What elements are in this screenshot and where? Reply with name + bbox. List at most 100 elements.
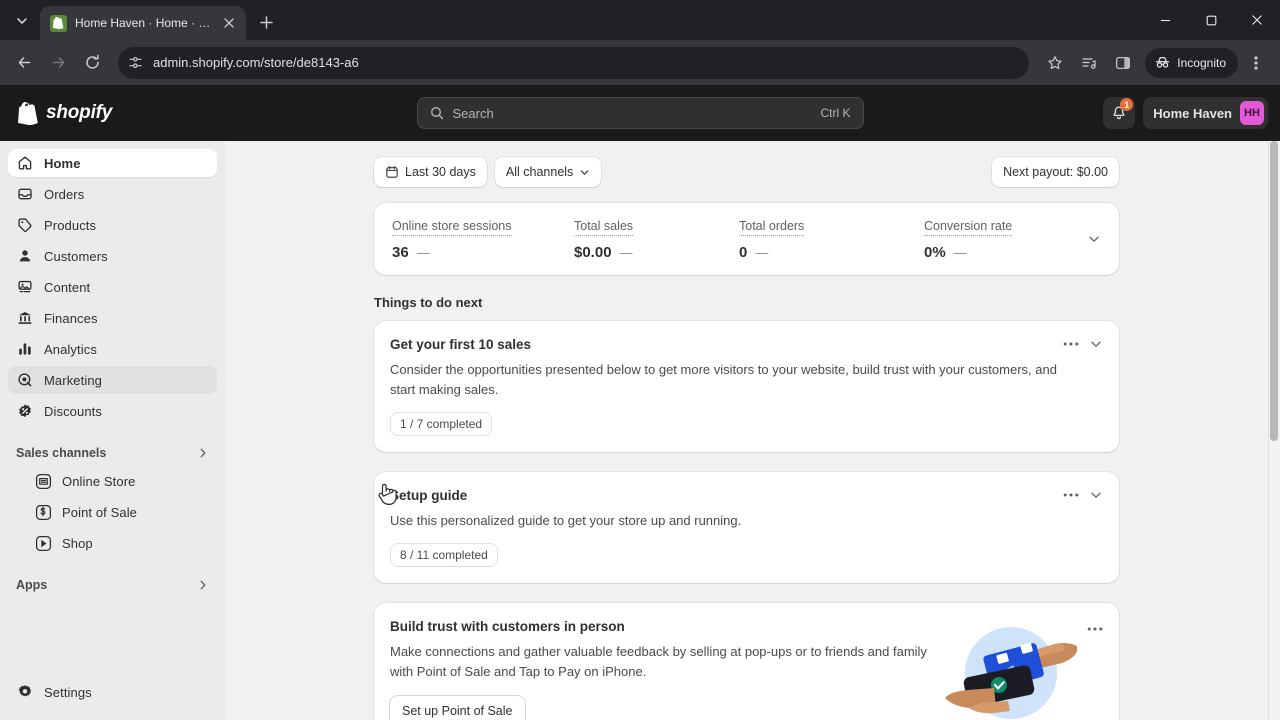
- search-icon: [430, 106, 444, 120]
- chevron-down-icon: [579, 167, 590, 178]
- shopify-admin: shopify Search Ctrl K 1: [0, 85, 1280, 720]
- sidebar-item-analytics[interactable]: Analytics: [8, 335, 217, 363]
- metrics-expand-button[interactable]: [1087, 217, 1111, 261]
- new-tab-button[interactable]: [252, 8, 280, 36]
- browser-tab[interactable]: Home Haven · Home · Shopify: [40, 6, 246, 40]
- kebab-menu-icon[interactable]: [1240, 47, 1272, 79]
- sidebar-item-marketing[interactable]: Marketing: [8, 366, 217, 394]
- analytics-bar-chart-icon: [16, 340, 34, 358]
- card-description: Consider the opportunities presented bel…: [390, 360, 1080, 400]
- metric-value: $0.00: [574, 244, 612, 261]
- sidebar-item-label: Customers: [44, 249, 108, 264]
- sidebar-item-orders[interactable]: Orders: [8, 180, 217, 208]
- chevron-down-icon: [1087, 232, 1101, 246]
- sidebar-item-label: Content: [44, 280, 90, 295]
- card-progress-badge: 1 / 7 completed: [390, 412, 492, 436]
- app-body: Home Orders Products: [0, 141, 1280, 720]
- browser-tab-strip: Home Haven · Home · Shopify: [0, 0, 1280, 40]
- channels-label: All channels: [506, 165, 573, 179]
- sidebar-item-point-of-sale[interactable]: Point of Sale: [8, 498, 217, 526]
- sidebar-item-label: Online Store: [62, 474, 135, 489]
- chevron-right-icon[interactable]: [197, 579, 209, 591]
- card-description: Use this personalized guide to get your …: [390, 511, 1080, 531]
- card-title: Get your first 10 sales: [390, 337, 1063, 352]
- topbar-right: 1 Home Haven HH: [1103, 97, 1268, 129]
- sidebar-item-home[interactable]: Home: [8, 149, 217, 177]
- window-close-icon[interactable]: [1234, 0, 1280, 40]
- ellipsis-icon[interactable]: [1063, 492, 1079, 498]
- sidebar-item-label: Home: [44, 156, 81, 171]
- sidebar-item-customers[interactable]: Customers: [8, 242, 217, 270]
- shopify-logo[interactable]: shopify: [12, 102, 112, 125]
- window-maximize-icon[interactable]: [1188, 0, 1234, 40]
- metric-total-sales[interactable]: Total sales $0.00 —: [556, 217, 721, 261]
- scrollbar-thumb[interactable]: [1270, 141, 1278, 441]
- notifications-button[interactable]: 1: [1103, 97, 1135, 129]
- sidebar-item-label: Settings: [44, 685, 92, 700]
- chevron-right-icon[interactable]: [197, 447, 209, 459]
- sidebar-item-label: Orders: [44, 187, 84, 202]
- address-bar[interactable]: admin.shopify.com/store/de8143-a6: [118, 47, 1029, 79]
- back-icon[interactable]: [8, 47, 40, 79]
- incognito-indicator[interactable]: Incognito: [1145, 48, 1238, 78]
- store-menu-button[interactable]: Home Haven HH: [1143, 97, 1268, 129]
- metric-online-store-sessions[interactable]: Online store sessions 36 —: [374, 217, 556, 261]
- customers-person-icon: [16, 247, 34, 265]
- metric-delta: —: [620, 245, 633, 260]
- sidebar-section-sales-channels[interactable]: Sales channels: [8, 439, 217, 467]
- tab-title: Home Haven · Home · Shopify: [75, 16, 212, 30]
- tab-search-button[interactable]: [8, 7, 36, 35]
- sidebar-item-content[interactable]: Content: [8, 273, 217, 301]
- sidebar-item-label: Discounts: [44, 404, 102, 419]
- side-panel-icon[interactable]: [1107, 47, 1139, 79]
- metric-label: Conversion rate: [924, 219, 1012, 236]
- sidebar-item-finances[interactable]: Finances: [8, 304, 217, 332]
- browser-toolbar: admin.shopify.com/store/de8143-a6 Incogn…: [0, 40, 1280, 85]
- next-payout-button[interactable]: Next payout: $0.00: [992, 157, 1119, 187]
- shopify-favicon-icon: [50, 15, 67, 32]
- orders-inbox-icon: [16, 185, 34, 203]
- star-icon[interactable]: [1039, 47, 1071, 79]
- channels-filter[interactable]: All channels: [495, 157, 601, 187]
- next-payout-label: Next payout: $0.00: [1003, 165, 1108, 179]
- trust-card-point-of-sale: Build trust with customers in person Mak…: [374, 603, 1119, 720]
- main-scrollbar[interactable]: [1268, 141, 1280, 720]
- sidebar-section-apps[interactable]: Apps: [8, 571, 217, 599]
- sidebar-item-label: Shop: [62, 536, 93, 551]
- todo-card-setup-guide: Setup guide Use thi: [374, 472, 1119, 583]
- sidebar-item-products[interactable]: Products: [8, 211, 217, 239]
- sidebar-item-online-store[interactable]: Online Store: [8, 467, 217, 495]
- sidebar-item-label: Marketing: [44, 373, 102, 388]
- metrics-card: Online store sessions 36 — Total sales: [374, 203, 1119, 275]
- ellipsis-icon[interactable]: [1063, 341, 1079, 347]
- reload-icon[interactable]: [76, 47, 108, 79]
- metric-total-orders[interactable]: Total orders 0 —: [721, 217, 906, 261]
- search-placeholder: Search: [453, 106, 812, 121]
- calendar-icon: [385, 165, 399, 179]
- online-store-icon: [34, 472, 52, 490]
- chevron-down-icon[interactable]: [1089, 337, 1103, 351]
- content-image-icon: [16, 278, 34, 296]
- card-title: Build trust with customers in person: [390, 619, 941, 634]
- card-description: Make connections and gather valuable fee…: [390, 642, 941, 682]
- sidebar-item-label: Analytics: [44, 342, 97, 357]
- sidebar-item-settings[interactable]: Settings: [8, 678, 217, 706]
- shopify-wordmark: shopify: [46, 102, 112, 124]
- metric-label: Total orders: [739, 219, 804, 236]
- sidebar-item-discounts[interactable]: Discounts: [8, 397, 217, 425]
- ellipsis-icon[interactable]: [1087, 619, 1103, 637]
- chevron-down-icon[interactable]: [1089, 488, 1103, 502]
- date-range-filter[interactable]: Last 30 days: [374, 157, 487, 187]
- setup-point-of-sale-button[interactable]: Set up Point of Sale: [390, 696, 525, 720]
- sidebar-item-shop[interactable]: Shop: [8, 529, 217, 557]
- metric-delta: —: [755, 245, 768, 260]
- window-minimize-icon[interactable]: [1142, 0, 1188, 40]
- metric-conversion-rate[interactable]: Conversion rate 0% —: [906, 217, 1076, 261]
- shop-icon: [34, 534, 52, 552]
- search-container: Search Ctrl K: [0, 97, 1280, 129]
- search-input[interactable]: Search Ctrl K: [417, 97, 864, 129]
- split-view-icon[interactable]: [1073, 47, 1105, 79]
- forward-icon[interactable]: [42, 47, 74, 79]
- tab-close-icon[interactable]: [220, 14, 238, 32]
- site-settings-tune-icon[interactable]: [128, 55, 143, 70]
